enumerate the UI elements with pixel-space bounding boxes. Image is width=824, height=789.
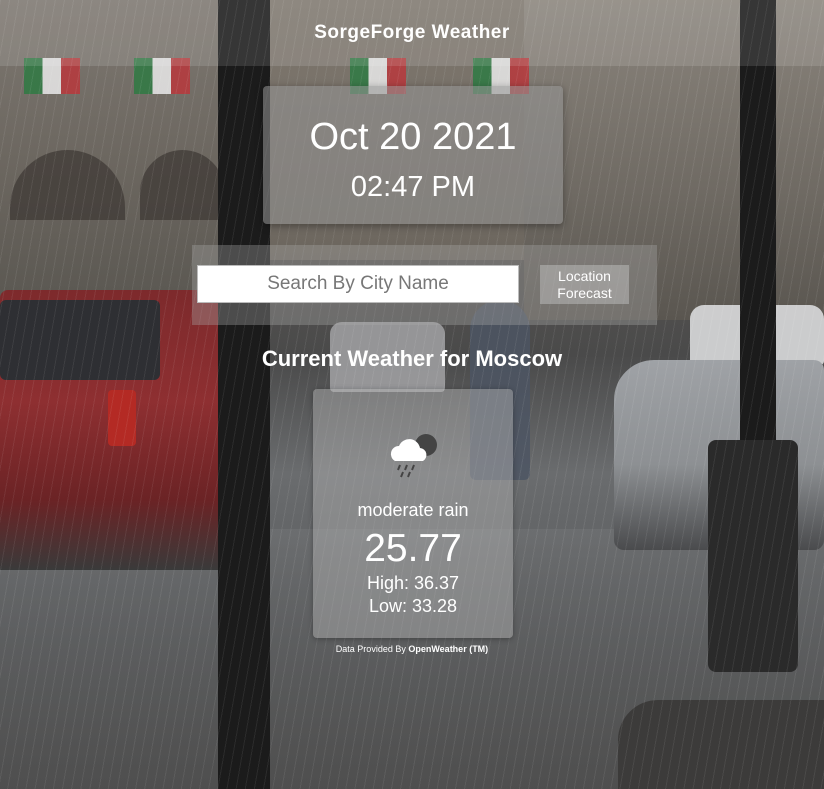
app-title: SorgeForge Weather [314,22,510,43]
temperature-low: Low: 33.28 [368,596,458,616]
credit-provider: OpenWeather (TM) [408,644,489,654]
rain-cloud-icon [390,434,437,478]
current-time: 02:47 PM [350,171,476,203]
app-header: SorgeForge Weather [0,0,824,66]
weather-description: moderate rain [357,500,469,520]
current-weather-heading: Current Weather for Moscow [261,346,563,371]
forecast-button-label-line1: Location [558,268,611,284]
credit-prefix: Data Provided By [335,644,409,654]
forecast-button-label-line2: Forecast [557,285,612,301]
temperature: 25.77 [364,527,462,570]
city-search-input[interactable] [197,265,519,303]
current-date: Oct 20 2021 [309,116,517,158]
data-credit: Data Provided By OpenWeather (TM) [0,644,824,654]
datetime-card: Oct 20 2021 02:47 PM [263,86,563,224]
location-forecast-button[interactable]: Location Forecast [540,265,629,304]
temperature-high: High: 36.37 [366,573,460,593]
weather-card: moderate rain 25.77 High: 36.37 Low: 33.… [313,389,513,638]
